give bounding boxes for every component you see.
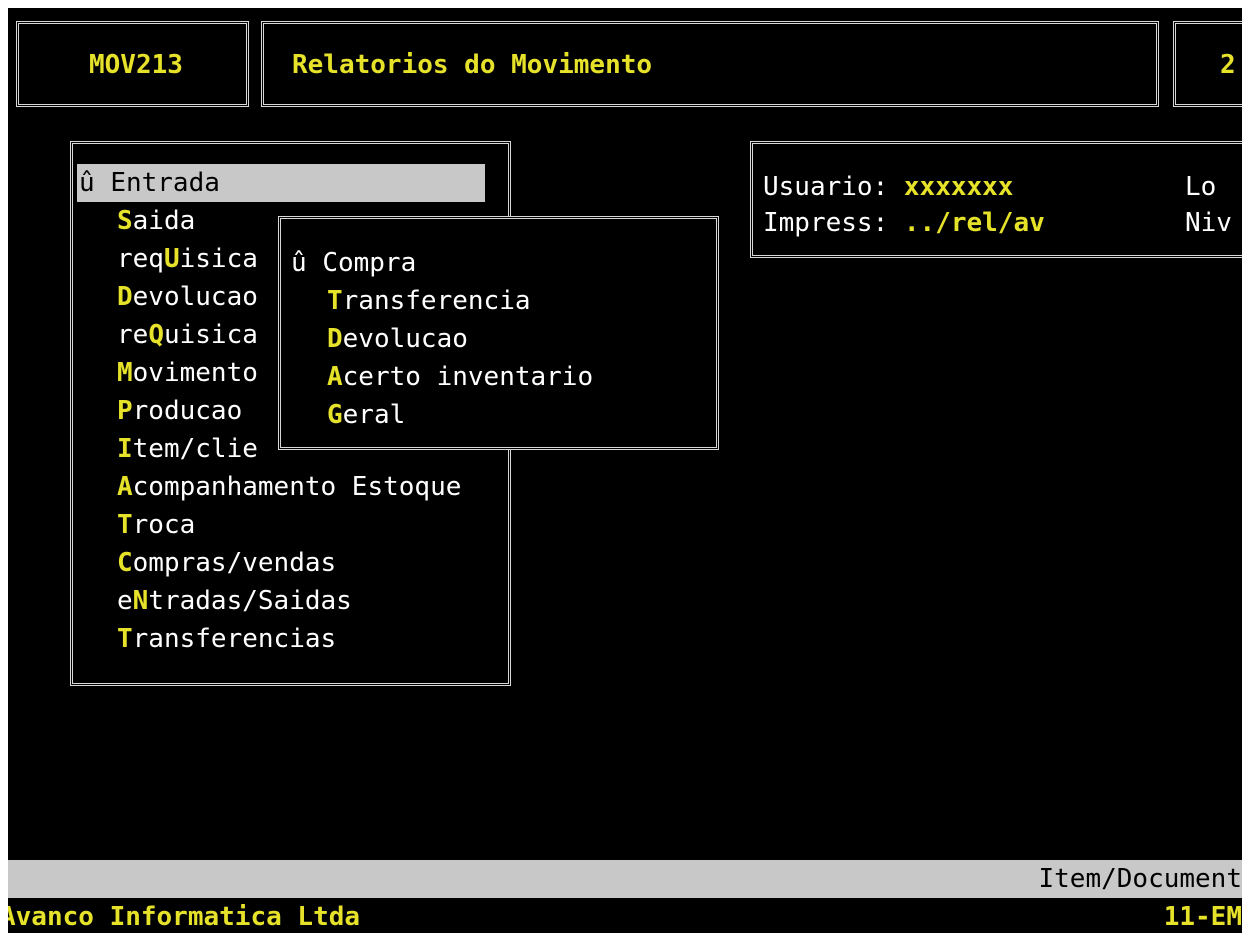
submenu-item[interactable]: Devolucao	[281, 320, 716, 358]
usuario-value: xxxxxxx	[903, 172, 1014, 202]
main-menu-item-hotkey: I	[117, 434, 133, 464]
main-menu-item[interactable]: û Entrada	[77, 164, 485, 202]
submenu-item-hotkey: T	[327, 286, 343, 316]
status-bar: Item/Document	[8, 860, 1242, 898]
main-menu-item-hotkey: A	[117, 472, 133, 502]
main-menu-item-prefix: re	[117, 320, 149, 350]
main-menu-item-hotkey: T	[117, 624, 133, 654]
main-menu-item-hotkey: P	[117, 396, 133, 426]
submenu-item[interactable]: Geral	[281, 396, 716, 434]
impress-label: Impress:	[763, 208, 904, 238]
main-menu-item-label: evolucao	[132, 282, 258, 312]
main-menu-item[interactable]: Acompanhamento Estoque	[73, 468, 508, 506]
main-menu-item-label: companhamento Estoque	[132, 472, 462, 502]
main-menu-item-label: Entrada	[110, 168, 220, 198]
main-menu-item-hotkey: Q	[148, 320, 164, 350]
impress-row: Impress: ../rel/av	[763, 204, 1045, 242]
submenu-item-hotkey: A	[327, 362, 343, 392]
main-menu-item-hotkey: N	[132, 586, 149, 616]
header-right-box: 2	[1173, 21, 1242, 107]
main-menu-item-label: roca	[132, 510, 196, 540]
main-menu-item-hotkey: T	[117, 510, 133, 540]
program-code: MOV213	[89, 50, 183, 80]
submenu-item[interactable]: Acerto inventario	[281, 358, 716, 396]
main-menu-item-hotkey: D	[117, 282, 133, 312]
submenu-item[interactable]: Transferencia	[281, 282, 716, 320]
company-name: Avanco Informatica Ltda	[8, 902, 361, 932]
main-menu-item-hotkey: S	[117, 206, 133, 236]
nivel-label: Niv	[1185, 208, 1232, 238]
footer-right-text: 11-EM	[1163, 902, 1242, 932]
screen-title-box: Relatorios do Movimento	[261, 21, 1159, 107]
entrada-submenu: û Compra Transferencia Devolucao Acerto inv…	[278, 216, 719, 450]
main-menu-item-label: isica	[179, 244, 258, 274]
usuario-label: Usuario:	[763, 172, 904, 202]
local-label: Lo	[1185, 172, 1217, 202]
main-menu-item-hotkey: U	[163, 244, 180, 274]
submenu-item[interactable]: û Compra	[281, 244, 716, 282]
session-info-box: Usuario: xxxxxxx Impress: ../rel/av Lo N…	[750, 141, 1242, 258]
main-menu-item-prefix: req	[117, 244, 164, 274]
screen-title: Relatorios do Movimento	[292, 50, 653, 80]
main-menu-item-label: ompras/vendas	[132, 548, 337, 578]
usuario-row: Usuario: xxxxxxx	[763, 168, 1013, 206]
main-menu-item-label: uisica	[163, 320, 258, 350]
footer-bar: Avanco Informatica Ltda 11-EM	[8, 898, 1242, 933]
program-code-box: MOV213	[16, 21, 249, 107]
main-menu-item-label: tradas/Saidas	[148, 586, 352, 616]
submenu-item-prefix: û	[291, 248, 323, 278]
submenu-item-label: eral	[342, 400, 406, 430]
submenu-item-label: evolucao	[342, 324, 468, 354]
header-right-fragment: 2	[1220, 50, 1236, 80]
main-menu-item-hotkey: M	[117, 358, 133, 388]
submenu-list: û Compra Transferencia Devolucao Acerto inv…	[281, 244, 716, 434]
impress-value: ../rel/av	[903, 208, 1045, 238]
submenu-item-hotkey: G	[327, 400, 343, 430]
main-menu-item[interactable]: eNtradas/Saidas	[73, 582, 508, 620]
submenu-item-label: ransferencia	[342, 286, 531, 316]
main-menu-item-label: tem/clie	[132, 434, 258, 464]
status-text: Item/Document	[1038, 864, 1243, 894]
main-menu-item-label: roducao	[132, 396, 243, 426]
submenu-item-label: Compra	[322, 248, 417, 278]
main-menu-item-label: aida	[132, 206, 196, 236]
main-menu-item[interactable]: Troca	[73, 506, 508, 544]
main-menu-item-hotkey: C	[117, 548, 133, 578]
submenu-item-label: certo inventario	[342, 362, 594, 392]
main-menu-item-prefix: û	[79, 168, 111, 198]
main-menu-item-label: ransferencias	[132, 624, 337, 654]
submenu-item-hotkey: D	[327, 324, 343, 354]
main-menu-item[interactable]: Transferencias	[73, 620, 508, 658]
main-menu-item-label: ovimento	[132, 358, 258, 388]
main-menu-item[interactable]: Compras/vendas	[73, 544, 508, 582]
main-menu-item-prefix: e	[117, 586, 133, 616]
terminal-screen: MOV213 Relatorios do Movimento 2 û Entra…	[8, 8, 1242, 933]
